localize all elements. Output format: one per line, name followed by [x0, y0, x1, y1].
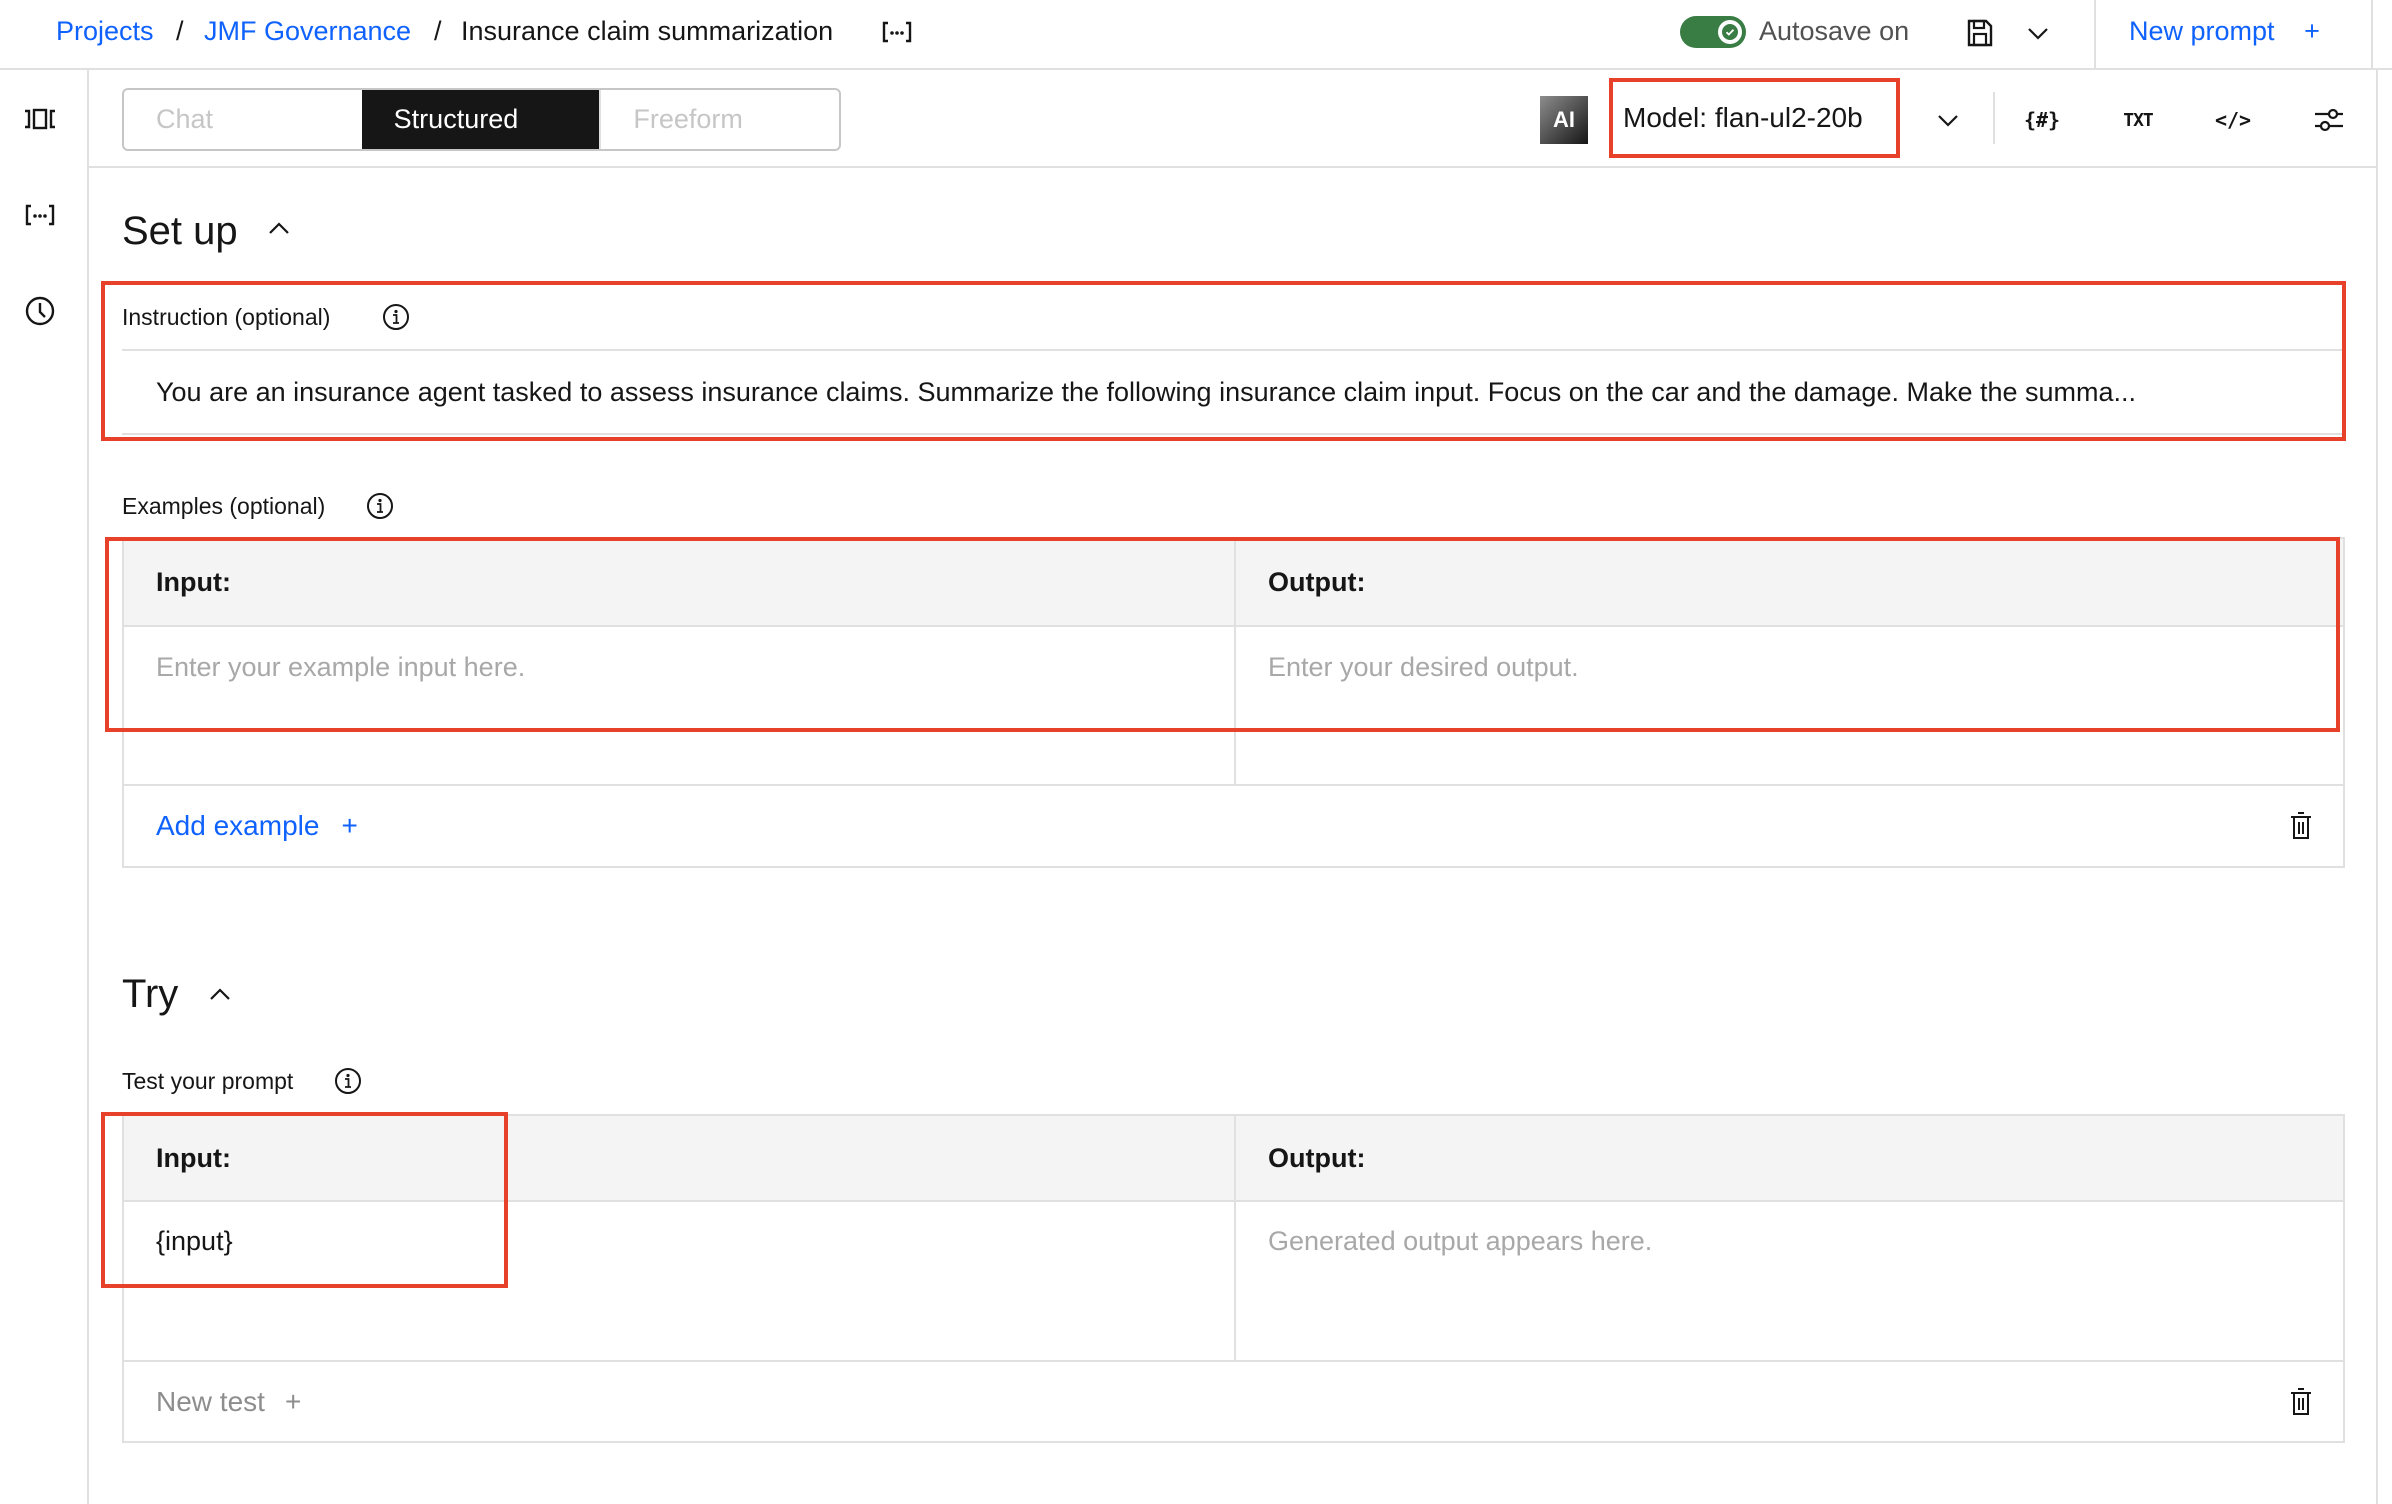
model-selector[interactable]: Model: flan-ul2-20b: [1609, 78, 1900, 158]
try-collapse-chevron-up-icon[interactable]: [205, 980, 235, 1010]
tab-freeform[interactable]: Freeform: [599, 90, 839, 149]
prompt-variables-icon[interactable]: {#}: [2020, 98, 2064, 142]
new-prompt-button[interactable]: New prompt +: [2129, 14, 2320, 48]
model-parameters-icon[interactable]: [2307, 98, 2351, 142]
breadcrumb-separator: /: [434, 16, 442, 46]
examples-input-header: Input:: [156, 566, 231, 597]
autosave-toggle[interactable]: [1680, 16, 1746, 48]
ai-model-icon: AI: [1540, 96, 1588, 144]
test-output-header: Output:: [1268, 1142, 1366, 1173]
content-right-border: [2376, 168, 2378, 1504]
add-example-label: Add example: [156, 810, 320, 841]
info-icon[interactable]: [366, 492, 394, 520]
view-text-icon[interactable]: TXT: [2116, 98, 2160, 142]
history-icon[interactable]: [20, 291, 60, 331]
breadcrumb-jmf-governance[interactable]: JMF Governance: [204, 14, 411, 48]
column-divider: [1234, 1116, 1236, 1362]
new-prompt-label: New prompt: [2129, 16, 2275, 46]
plus-icon: +: [2304, 16, 2320, 46]
instruction-label: Instruction (optional): [122, 304, 331, 330]
left-sidebar: [0, 70, 89, 1504]
plus-icon: +: [341, 810, 358, 841]
view-code-icon[interactable]: </>: [2211, 98, 2255, 142]
prompt-library-icon[interactable]: [20, 99, 60, 139]
test-output-field: Generated output appears here.: [1268, 1226, 1653, 1256]
toolbar-divider: [1993, 92, 1995, 144]
breadcrumb-separator: /: [176, 16, 184, 46]
prompt-mode-tabs: Chat Structured Freeform: [122, 88, 841, 151]
examples-output-header: Output:: [1268, 566, 1366, 597]
column-divider: [1234, 539, 1236, 786]
info-icon[interactable]: [382, 303, 410, 331]
top-header: Projects / JMF Governance / Insurance cl…: [0, 0, 2392, 70]
autosave-label: Autosave on: [1759, 16, 1910, 46]
test-table: Input: Output: {input} Generated output …: [122, 1114, 2345, 1443]
bracket-ellipsis-icon[interactable]: [880, 18, 914, 46]
save-icon[interactable]: [1964, 16, 1996, 50]
test-prompt-label: Test your prompt: [122, 1068, 294, 1094]
breadcrumb-projects[interactable]: Projects: [56, 14, 154, 48]
info-icon[interactable]: [334, 1067, 362, 1095]
examples-label: Examples (optional): [122, 493, 326, 519]
try-section-title: Try: [122, 972, 179, 1016]
examples-table-footer: Add example +: [124, 784, 2343, 868]
setup-collapse-chevron-up-icon[interactable]: [264, 214, 294, 244]
test-input-field[interactable]: {input}: [156, 1224, 233, 1258]
tab-structured[interactable]: Structured: [361, 90, 600, 149]
plus-icon: +: [284, 1386, 302, 1417]
example-input-field[interactable]: Enter your example input here.: [156, 650, 525, 684]
add-example-button[interactable]: Add example +: [156, 810, 358, 842]
new-test-label: New test: [156, 1386, 265, 1417]
example-output-field[interactable]: Enter your desired output.: [1268, 650, 1579, 684]
delete-test-trash-icon[interactable]: [2285, 1386, 2317, 1418]
instruction-input[interactable]: You are an insurance agent tasked to ass…: [122, 349, 2343, 435]
prompt-variables-icon[interactable]: [20, 195, 60, 235]
header-divider: [2094, 0, 2096, 70]
test-table-footer: New test +: [124, 1360, 2343, 1443]
save-options-chevron-down-icon[interactable]: [2022, 18, 2054, 48]
checkmark-icon: [1718, 20, 1742, 44]
setup-section-title: Set up: [122, 209, 238, 253]
delete-example-trash-icon[interactable]: [2285, 810, 2317, 842]
test-input-header: Input:: [156, 1142, 231, 1173]
new-test-button[interactable]: New test +: [156, 1386, 301, 1418]
tab-chat[interactable]: Chat: [124, 90, 362, 149]
examples-table: Input: Output: Enter your example input …: [122, 537, 2345, 868]
model-chevron-down-icon[interactable]: [1930, 104, 1966, 136]
header-divider: [2371, 0, 2373, 70]
breadcrumb-current-prompt: Insurance claim summarization: [461, 16, 834, 46]
